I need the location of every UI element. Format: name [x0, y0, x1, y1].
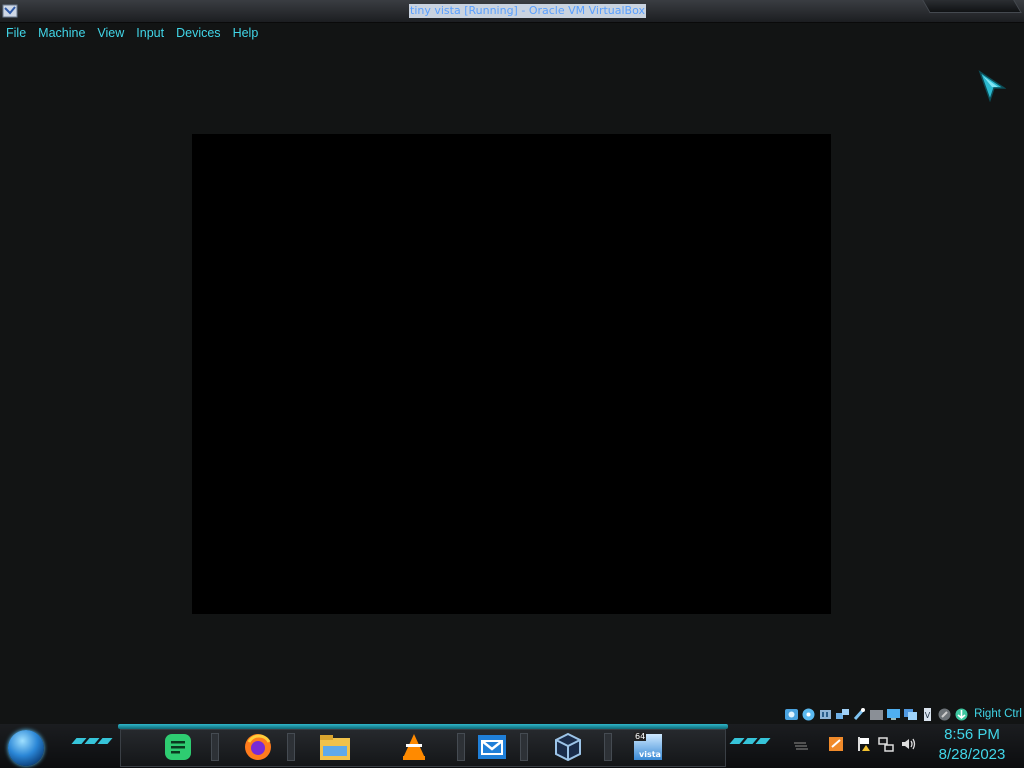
- action-center-flag-icon[interactable]: [856, 736, 872, 752]
- menu-view[interactable]: View: [91, 23, 130, 45]
- notes-app-icon: [165, 734, 191, 760]
- taskbar-separator: [287, 733, 295, 761]
- taskbar-notes-app[interactable]: [158, 729, 198, 765]
- taskbar-vista-vm[interactable]: 64 vista: [628, 729, 668, 765]
- shared-folders-icon[interactable]: [869, 707, 884, 722]
- volume-icon[interactable]: [900, 736, 916, 752]
- taskbar-mail[interactable]: [472, 729, 512, 765]
- menu-devices[interactable]: Devices: [170, 23, 226, 45]
- vm-display[interactable]: [192, 134, 831, 614]
- host-key-label[interactable]: Right Ctrl: [974, 708, 1022, 720]
- menu-bar: File Machine View Input Devices Help: [0, 23, 264, 45]
- optical-drive-icon[interactable]: [801, 707, 816, 722]
- window-title: tiny vista [Running] - Oracle VM Virtual…: [409, 4, 647, 18]
- menu-machine[interactable]: Machine: [32, 23, 91, 45]
- file-explorer-icon: [320, 735, 350, 760]
- virtualbox-app-icon[interactable]: [2, 3, 18, 19]
- vista-vm-badge: 64: [634, 732, 647, 741]
- taskbar-separator: [457, 733, 465, 761]
- clock-time[interactable]: 8:56 PM: [942, 726, 1002, 743]
- stack-icon[interactable]: [792, 736, 808, 752]
- clock-date[interactable]: 8/28/2023: [934, 746, 1010, 763]
- window-title-bar[interactable]: tiny vista [Running] - Oracle VM Virtual…: [0, 0, 1024, 23]
- network-icon[interactable]: [835, 707, 850, 722]
- window-controls[interactable]: [922, 0, 1022, 13]
- virtualbox-icon: [555, 732, 581, 762]
- menu-file[interactable]: File: [0, 23, 32, 45]
- taskbar-separator: [520, 733, 528, 761]
- update-icon[interactable]: [828, 736, 844, 752]
- vista-vm-icon: 64 vista: [632, 732, 664, 762]
- taskbar-separator: [211, 733, 219, 761]
- cpu-icon[interactable]: V: [920, 707, 935, 722]
- mouse-integration-icon[interactable]: [937, 707, 952, 722]
- vista-vm-label: vista: [639, 750, 661, 759]
- taskbar-chevrons-right: [729, 738, 771, 744]
- video-capture-icon[interactable]: [903, 707, 918, 722]
- taskbar-virtualbox[interactable]: [548, 729, 588, 765]
- menu-help[interactable]: Help: [227, 23, 265, 45]
- usb-icon[interactable]: [852, 707, 867, 722]
- menu-input[interactable]: Input: [130, 23, 170, 45]
- svg-text:V: V: [925, 711, 931, 720]
- network-tray-icon[interactable]: [878, 736, 894, 752]
- hard-disk-icon[interactable]: [784, 707, 799, 722]
- taskbar-separator: [604, 733, 612, 761]
- taskbar-chevrons-left: [71, 738, 113, 744]
- mail-icon: [478, 735, 506, 759]
- firefox-icon: [245, 734, 271, 760]
- taskbar-firefox[interactable]: [238, 729, 278, 765]
- taskbar-vlc[interactable]: [394, 729, 434, 765]
- start-button[interactable]: [8, 730, 44, 766]
- vm-status-bar: V Right Ctrl: [784, 704, 1024, 724]
- taskbar-file-explorer[interactable]: [315, 729, 355, 765]
- vlc-icon: [403, 734, 425, 760]
- cursor-icon: [978, 70, 1006, 102]
- system-tray: [792, 736, 916, 752]
- keyboard-icon[interactable]: [954, 707, 969, 722]
- audio-icon[interactable]: [818, 707, 833, 722]
- display-icon[interactable]: [886, 707, 901, 722]
